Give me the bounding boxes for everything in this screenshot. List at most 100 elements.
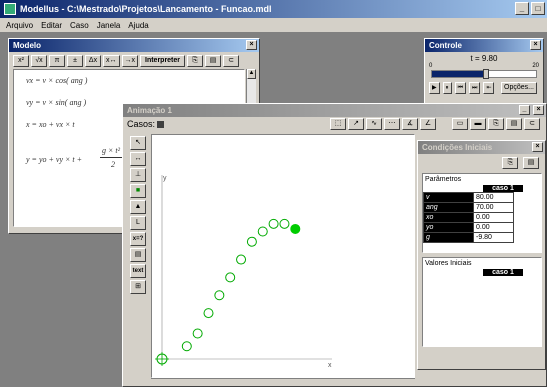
param-value[interactable]: 80.00 <box>473 192 514 203</box>
swap-button[interactable]: x↔ <box>103 55 120 67</box>
equation-vy: vy = v × sin( ang ) <box>26 98 87 107</box>
param-value[interactable]: -9.80 <box>473 232 514 243</box>
animation-canvas[interactable]: y x <box>151 134 415 378</box>
valores-iniciais-label: Valores Iniciais <box>425 260 472 267</box>
animacao-minimize-button[interactable]: _ <box>519 105 530 115</box>
app-titlebar: Modellus - C:\Mestrado\Projetos\Lancamen… <box>0 0 547 18</box>
pause-icon[interactable]: ⏸ <box>442 82 452 94</box>
equation-y-denominator: 2 <box>111 160 115 169</box>
move-tool-icon[interactable]: ↔ <box>130 152 146 166</box>
paste-anim-icon[interactable]: ▤ <box>506 118 522 130</box>
link-icon[interactable]: ⊂ <box>223 55 240 67</box>
graph-tool-icon[interactable]: ∿ <box>366 118 382 130</box>
param-value[interactable]: 0.00 <box>473 212 514 223</box>
copy-icon[interactable]: ⎘ <box>187 55 204 67</box>
text-tool-icon[interactable]: text <box>130 264 146 278</box>
controle-titlebar: Controle × <box>425 39 543 52</box>
plusminus-button[interactable]: ± <box>67 55 83 67</box>
table-view-icon[interactable]: ▭ <box>452 118 468 130</box>
trajectory-plot: y x <box>155 175 332 369</box>
equation-vx: vx = v × cos( ang ) <box>26 76 88 85</box>
menu-arquivo[interactable]: Arquivo <box>6 21 33 30</box>
trajectory-marker <box>214 290 225 301</box>
end-icon[interactable]: ⏭ <box>469 82 481 94</box>
menu-janela[interactable]: Janela <box>97 21 121 30</box>
axis-tool-icon[interactable]: ⊥ <box>130 168 146 182</box>
mdi-workspace: Modelo × x² √x π ± Δx x↔ →x Interpreter … <box>0 32 547 387</box>
scroll-up-icon[interactable]: ▲ <box>247 69 256 79</box>
y-axis-label: y <box>163 175 167 182</box>
meter-tool-icon[interactable]: ▤ <box>130 248 146 262</box>
delta-button[interactable]: Δx <box>85 55 101 67</box>
trajectory-marker <box>257 226 268 237</box>
parametros-label: Parâmetros <box>425 176 462 183</box>
particle-tool-icon[interactable]: ⬚ <box>330 118 346 130</box>
equation-x: x = xo + vx × t <box>26 120 75 129</box>
angle-tool-icon[interactable]: ∠ <box>420 118 436 130</box>
equation-y-numerator: g × t² <box>102 146 121 155</box>
equation-y: y = yo + vy × t + <box>26 155 83 164</box>
measure-tool-icon[interactable]: ∡ <box>402 118 418 130</box>
maximize-button[interactable]: □ <box>531 2 545 15</box>
param-value[interactable]: 0.00 <box>473 222 514 233</box>
param-value[interactable]: 70.00 <box>473 202 514 213</box>
options-button[interactable]: Opções... <box>501 82 537 94</box>
modelo-close-button[interactable]: × <box>246 40 257 50</box>
param-row: ang 70.00 <box>423 202 514 213</box>
param-row: xo 0.00 <box>423 212 514 223</box>
param-row: yo 0.00 <box>423 222 514 233</box>
image-tool-icon[interactable]: ⊞ <box>130 280 146 294</box>
variable-tool-icon[interactable]: x=? <box>130 232 146 246</box>
vector-tool-icon[interactable]: ↗ <box>348 118 364 130</box>
param-name: v <box>423 192 474 203</box>
level-tool-icon[interactable]: L <box>130 216 146 230</box>
play-icon[interactable]: ▶ <box>429 82 440 94</box>
shape-tool-icon[interactable]: ▲ <box>130 200 146 214</box>
trajectory-marker <box>225 272 236 283</box>
time-slider-thumb[interactable] <box>482 69 489 79</box>
trajectory-marker <box>203 308 214 319</box>
pi-button[interactable]: π <box>49 55 65 67</box>
interpreter-button[interactable]: Interpreter <box>140 55 186 67</box>
paste-icon[interactable]: ▤ <box>205 55 222 67</box>
time-slider[interactable] <box>431 69 537 79</box>
controle-close-button[interactable]: × <box>530 40 541 50</box>
rect-tool-icon[interactable]: ■ <box>130 184 146 198</box>
param-row: g -9.80 <box>423 232 514 243</box>
minimize-button[interactable]: _ <box>515 2 529 15</box>
sqrt-function-button[interactable]: √x <box>31 55 47 67</box>
trail-tool-icon[interactable]: ⋯ <box>384 118 400 130</box>
chart-view-icon[interactable]: ▬ <box>470 118 486 130</box>
modelo-title: Modelo <box>13 41 41 50</box>
particle-ball[interactable] <box>290 223 301 234</box>
time-slider-fill <box>432 71 483 77</box>
rewind-icon[interactable]: ⏮ <box>454 82 467 94</box>
modelo-titlebar: Modelo × <box>9 39 259 52</box>
param-name: g <box>423 232 474 243</box>
time-readout: t = 9.80 <box>470 54 498 63</box>
menu-editar[interactable]: Editar <box>41 21 62 30</box>
animacao-toolbar: Casos: ⬚ ↗ ∿ ⋯ ∡ ∠ ▭ ▬ ⎘ ▤ ⊂ <box>123 117 546 131</box>
animacao-title: Animação 1 <box>127 106 172 115</box>
initial-values-panel: Valores Iniciais caso 1 <box>422 257 542 347</box>
x-axis-label: x <box>328 362 332 369</box>
trajectory-marker <box>236 254 247 265</box>
casos-label: Casos: <box>127 119 156 129</box>
link-anim-icon[interactable]: ⊂ <box>524 118 540 130</box>
menu-ajuda[interactable]: Ajuda <box>128 21 148 30</box>
param-name: ang <box>423 202 474 213</box>
trajectory-marker <box>279 218 290 229</box>
condicoes-close-button[interactable]: × <box>532 142 543 152</box>
square-function-button[interactable]: x² <box>13 55 29 67</box>
step-icon[interactable]: ⇤ <box>483 82 495 94</box>
canvas-scrollbar[interactable] <box>151 378 415 385</box>
copy-anim-icon[interactable]: ⎘ <box>488 118 504 130</box>
animacao-close-button[interactable]: × <box>533 105 544 115</box>
case-selector-icon[interactable] <box>157 120 165 128</box>
trajectory-marker <box>246 236 257 247</box>
menu-caso[interactable]: Caso <box>70 21 89 30</box>
paste-cond-icon[interactable]: ▤ <box>523 157 539 169</box>
copy-cond-icon[interactable]: ⎘ <box>502 157 519 169</box>
arrow-button[interactable]: →x <box>121 55 138 67</box>
select-tool-icon[interactable]: ↖ <box>130 136 146 150</box>
